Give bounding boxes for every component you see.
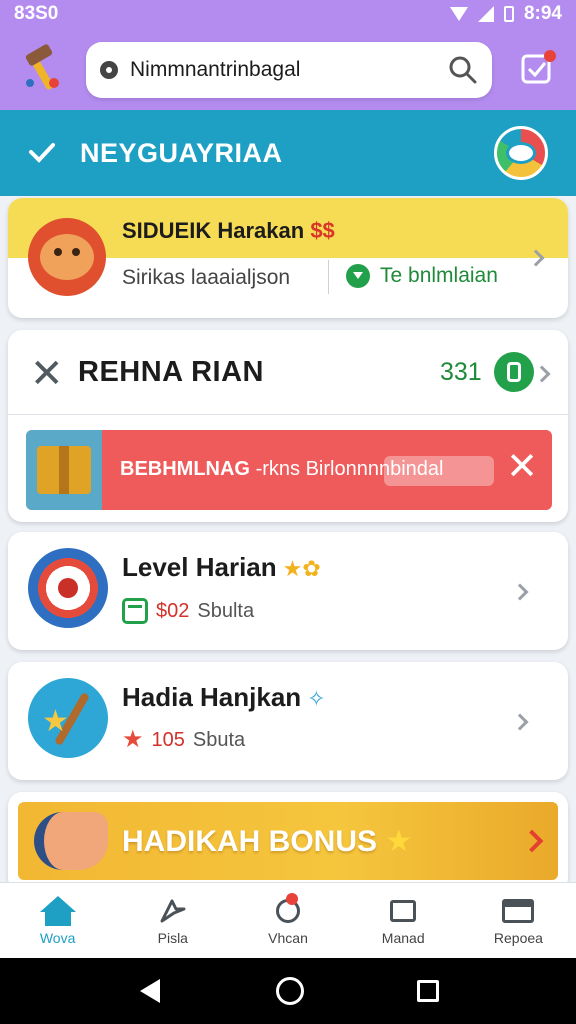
nav-item-explore[interactable]: Pisla (115, 883, 230, 958)
list-item-unit: Sbulta (197, 599, 255, 622)
checkmark-icon[interactable] (28, 142, 56, 164)
banner-text-bold: BEBHMLNAG (120, 458, 250, 480)
status-time-left: 83S0 (14, 3, 59, 24)
list-item-level[interactable]: Level Harian ★✿ $02 Sbulta (8, 532, 568, 650)
close-icon[interactable]: ✕ (30, 354, 64, 394)
list-item-title-text: Level Harian (122, 552, 277, 582)
star-icon: ★✿ (282, 556, 321, 581)
list-item-gift[interactable]: Hadia Hanjkan✧ ★ 105 Sbuta (8, 662, 568, 780)
home-icon (39, 895, 76, 926)
avatar[interactable] (494, 126, 548, 180)
mascot-icon (28, 218, 106, 296)
promo-title: SIDUEIK Harakan $$ (122, 218, 335, 244)
section-header: NEYGUAYRIAA (0, 110, 576, 196)
dropdown-dot-icon (346, 264, 370, 288)
promo-currency: $$ (310, 218, 335, 243)
nav-item-scan[interactable]: Manad (346, 883, 461, 958)
magic-wand-icon (28, 678, 108, 758)
nav-label: Wova (39, 929, 76, 946)
location-pin-icon (100, 61, 118, 79)
reward-title: REHNA RIAN (78, 356, 264, 388)
calendar-icon (122, 598, 148, 624)
card-icon (501, 896, 535, 926)
nav-label: Repoea (493, 929, 543, 946)
list-item-title: Level Harian ★✿ (122, 552, 321, 583)
target-icon (28, 548, 108, 628)
divider (8, 414, 568, 415)
hand-icon (34, 812, 108, 870)
recent-apps-icon[interactable] (417, 980, 440, 1002)
star-icon: ★ (122, 726, 144, 753)
top-bar (0, 28, 576, 110)
promo-status: Te bnlmlaian (346, 264, 498, 288)
status-icons: 8:94 (449, 3, 562, 25)
reward-card: ✕ REHNA RIAN 331 BEBHMLNAG -rkns Birlonn… (8, 330, 568, 522)
status-bar: 83S0 8:94 (0, 0, 576, 28)
bonus-label-text: HADIKAH BONUS (122, 825, 377, 858)
chevron-right-icon (511, 713, 529, 731)
star-icon: ★ (385, 825, 413, 858)
reward-banner[interactable]: BEBHMLNAG -rkns Birlonnnnbindal ✕ (26, 430, 552, 510)
promo-subtitle: Sirikas laaaialjson (122, 266, 291, 289)
nav-label: Pisla (157, 929, 188, 946)
section-title: NEYGUAYRIAA (80, 137, 283, 168)
gift-icon (26, 430, 102, 510)
nav-item-messages[interactable]: Vhcan (230, 883, 345, 958)
chevron-right-icon (520, 829, 544, 853)
promo-card[interactable]: SIDUEIK Harakan $$ Sirikas laaaialjson T… (8, 198, 568, 318)
bonus-label: HADIKAH BONUS ★ (122, 824, 412, 859)
nav-label: Vhcan (268, 929, 308, 946)
bonus-button[interactable]: HADIKAH BONUS ★ (18, 802, 558, 880)
task-inbox-button[interactable] (520, 50, 556, 86)
list-item-title: Hadia Hanjkan ✧ (122, 682, 326, 713)
document-icon (386, 896, 420, 926)
search-bar[interactable] (86, 42, 492, 98)
search-input[interactable] (130, 58, 448, 82)
battery-badge-icon (494, 352, 534, 392)
banner-text: BEBHMLNAG -rkns Birlonnnnbindal (120, 458, 443, 481)
app-logo-icon[interactable] (14, 41, 70, 97)
bottom-nav: Wova Pisla Vhcan Manad Repoea (0, 882, 576, 958)
nav-item-wallet[interactable]: Repoea (461, 883, 576, 958)
chevron-right-icon (511, 583, 529, 601)
status-time-right: 8:94 (523, 3, 562, 24)
system-navigation-bar (0, 958, 576, 1024)
reward-count: 331 (440, 358, 482, 386)
search-icon[interactable] (448, 55, 478, 85)
back-icon[interactable] (137, 977, 163, 1005)
divider (328, 260, 329, 294)
banner-text-light: -rkns Birlonnnnbindal (255, 458, 444, 480)
wifi-icon (449, 7, 468, 21)
explore-icon (156, 896, 190, 926)
list-item-amount: $02 (156, 599, 190, 622)
list-item-title-text: Hadia Hanjkan (122, 682, 302, 712)
list-item-amount: 105 (151, 728, 185, 751)
promo-status-text: Te bnlmlaian (380, 264, 498, 287)
nav-item-home[interactable]: Wova (0, 883, 115, 958)
signal-icon (477, 6, 494, 22)
chevron-right-icon[interactable] (533, 365, 551, 383)
home-circle-icon[interactable] (275, 977, 304, 1005)
list-item-subtitle: $02 Sbulta (122, 598, 254, 624)
checklist-icon (521, 50, 556, 84)
battery-icon (503, 6, 514, 22)
list-item-unit: Sbuta (192, 728, 246, 751)
nav-label: Manad (381, 929, 425, 946)
banner-close-icon[interactable]: ✕ (506, 448, 538, 486)
list-item-subtitle: ★ 105 Sbuta (122, 728, 245, 752)
sparkle-icon: ✧ (307, 686, 326, 711)
promo-title-text: SIDUEIK Harakan (122, 218, 305, 243)
bonus-card: HADIKAH BONUS ★ (8, 792, 568, 892)
